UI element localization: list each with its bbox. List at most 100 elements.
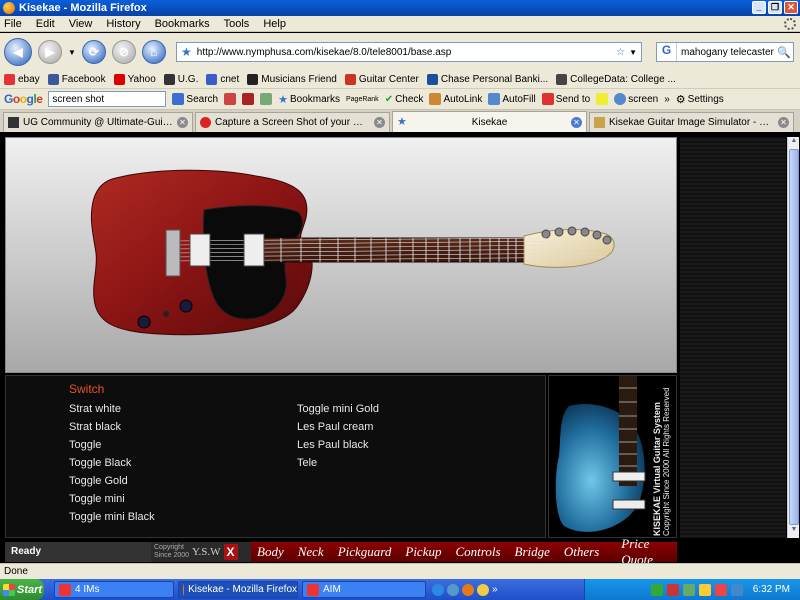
clock[interactable]: 6:32 PM xyxy=(753,584,790,595)
maximize-button[interactable]: ❐ xyxy=(768,1,782,14)
tab-ug-community[interactable]: UG Community @ Ultimate-Guitar.Com ... ✕ xyxy=(3,112,193,132)
start-button[interactable]: Start xyxy=(0,579,44,600)
part-toggle-gold[interactable]: Toggle Gold xyxy=(69,472,155,490)
rs-button[interactable] xyxy=(242,93,255,105)
firefox-task-icon xyxy=(183,583,185,596)
google-logo[interactable]: Google xyxy=(4,92,43,106)
menu-file[interactable]: File xyxy=(4,18,22,30)
part-les-paul-cream[interactable]: Les Paul cream xyxy=(297,418,379,436)
menu-body[interactable]: Body xyxy=(257,544,284,560)
toolbar-overflow[interactable]: » xyxy=(664,94,670,105)
bookmark-star-icon[interactable]: ☆ xyxy=(616,47,625,58)
tray-volume-icon[interactable] xyxy=(730,583,743,596)
tray-messenger-icon[interactable] xyxy=(714,583,727,596)
popup-blocker-icon xyxy=(260,93,273,105)
part-toggle-mini-gold[interactable]: Toggle mini Gold xyxy=(297,400,379,418)
google-search-input[interactable] xyxy=(48,91,167,107)
google-search-button[interactable]: Search xyxy=(172,93,218,105)
menu-others[interactable]: Others xyxy=(564,544,599,560)
browser-icon[interactable] xyxy=(447,583,459,596)
menu-bookmarks[interactable]: Bookmarks xyxy=(155,18,210,30)
search-input[interactable] xyxy=(681,46,777,58)
tray-antivirus-icon[interactable] xyxy=(666,583,679,596)
tab-close-icon[interactable]: ✕ xyxy=(374,117,385,128)
tray-aim-icon[interactable] xyxy=(698,583,711,596)
url-input[interactable] xyxy=(196,46,617,58)
task-firefox[interactable]: Kisekae - Mozilla Firefox xyxy=(178,581,298,598)
folder-icon[interactable] xyxy=(477,583,489,596)
cnet-icon xyxy=(206,74,218,85)
history-dropdown-icon[interactable]: ▼ xyxy=(68,48,76,57)
web-search-box[interactable]: G 🔍 xyxy=(656,42,794,62)
tab-close-icon[interactable]: ✕ xyxy=(177,117,188,128)
search-icon[interactable]: 🔍 xyxy=(777,46,791,59)
menu-edit[interactable]: Edit xyxy=(36,18,55,30)
menu-bridge[interactable]: Bridge xyxy=(515,544,550,560)
quick-launch-overflow[interactable]: » xyxy=(492,584,498,596)
highlight-button[interactable] xyxy=(596,93,609,105)
ie-icon[interactable] xyxy=(432,583,444,596)
part-toggle-mini[interactable]: Toggle mini xyxy=(69,490,155,508)
tray-app-icon[interactable] xyxy=(682,583,695,596)
menu-view[interactable]: View xyxy=(69,18,93,30)
home-button[interactable]: ⌂ xyxy=(141,40,166,64)
tab-close-icon[interactable]: ✕ xyxy=(778,117,789,128)
menu-neck[interactable]: Neck xyxy=(298,544,324,560)
news-button[interactable] xyxy=(224,93,237,105)
forward-button[interactable]: ▶ xyxy=(38,40,62,64)
tray-network-icon[interactable] xyxy=(650,583,663,596)
menu-help[interactable]: Help xyxy=(263,18,286,30)
scroll-down-icon[interactable]: ▼ xyxy=(788,526,800,538)
part-toggle-black[interactable]: Toggle Black xyxy=(69,454,155,472)
bookmark-ug[interactable]: U.G. xyxy=(163,74,198,85)
part-strat-black[interactable]: Strat black xyxy=(69,418,155,436)
bookmark-yahoo[interactable]: Yahoo xyxy=(113,74,156,85)
bookmark-chase[interactable]: Chase Personal Banki... xyxy=(426,74,548,85)
part-toggle-mini-black[interactable]: Toggle mini Black xyxy=(69,508,155,526)
search-term-screen[interactable]: screen xyxy=(614,93,658,105)
page-vertical-scrollbar[interactable]: ▲ ▼ xyxy=(787,137,799,538)
tab-kisekae-howto[interactable]: Kisekae Guitar Image Simulator - How ...… xyxy=(589,112,794,132)
tab-kisekae[interactable]: ★ Kisekae ✕ xyxy=(392,111,587,132)
bookmark-musicians-friend[interactable]: Musicians Friend xyxy=(247,74,337,85)
menu-pickup[interactable]: Pickup xyxy=(405,544,441,560)
url-dropdown-icon[interactable]: ▼ xyxy=(629,48,637,57)
menu-history[interactable]: History xyxy=(106,18,140,30)
task-ims[interactable]: 4 IMs xyxy=(54,581,174,598)
autolink-button[interactable]: AutoLink xyxy=(429,93,482,105)
stop-button[interactable]: ⊘ xyxy=(111,40,136,64)
reload-button[interactable]: ⟳ xyxy=(81,40,106,64)
right-side-panel xyxy=(680,137,786,538)
task-aim-label: AIM xyxy=(323,584,341,595)
url-bar[interactable]: ★ ☆ ▼ xyxy=(176,42,642,62)
close-button[interactable]: ✕ xyxy=(784,1,798,14)
part-toggle[interactable]: Toggle xyxy=(69,436,155,454)
part-tele[interactable]: Tele xyxy=(297,454,379,472)
autofill-button[interactable]: AutoFill xyxy=(488,93,536,105)
spellcheck-button[interactable]: ✔ Check xyxy=(385,94,424,105)
part-les-paul-black[interactable]: Les Paul black xyxy=(297,436,379,454)
bookmark-facebook[interactable]: Facebook xyxy=(47,74,106,85)
google-settings-button[interactable]: ⚙ Settings xyxy=(676,93,724,106)
menu-tools[interactable]: Tools xyxy=(224,18,250,30)
kisekae-promo-banner[interactable]: KISEKAE Virtual Guitar System Copyright … xyxy=(548,375,677,538)
minimize-button[interactable]: _ xyxy=(752,1,766,14)
part-strat-white[interactable]: Strat white xyxy=(69,400,155,418)
scroll-up-icon[interactable]: ▲ xyxy=(788,137,800,149)
menu-controls[interactable]: Controls xyxy=(455,544,500,560)
back-button[interactable]: ◀ xyxy=(4,38,32,66)
bookmark-collegedata[interactable]: CollegeData: College ... xyxy=(556,74,676,85)
task-aim[interactable]: AIM xyxy=(302,581,426,598)
firefox-quick-icon[interactable] xyxy=(462,583,474,596)
menu-pickguard[interactable]: Pickguard xyxy=(338,544,392,560)
bookmark-ebay[interactable]: ebay xyxy=(4,74,40,85)
scrollbar-thumb[interactable] xyxy=(789,149,799,525)
search-engine-icon[interactable]: G xyxy=(657,43,677,61)
bookmark-cnet[interactable]: cnet xyxy=(206,74,239,85)
tab-close-icon[interactable]: ✕ xyxy=(571,116,582,128)
send-to-button[interactable]: Send to xyxy=(541,93,590,105)
bookmark-guitar-center[interactable]: Guitar Center xyxy=(344,74,419,85)
tab-capture-screenshot[interactable]: Capture a Screen Shot of your Deskto... … xyxy=(195,112,390,132)
google-bookmarks-button[interactable]: ★ Bookmarks xyxy=(278,93,340,106)
popup-blocker-button[interactable] xyxy=(260,93,273,105)
